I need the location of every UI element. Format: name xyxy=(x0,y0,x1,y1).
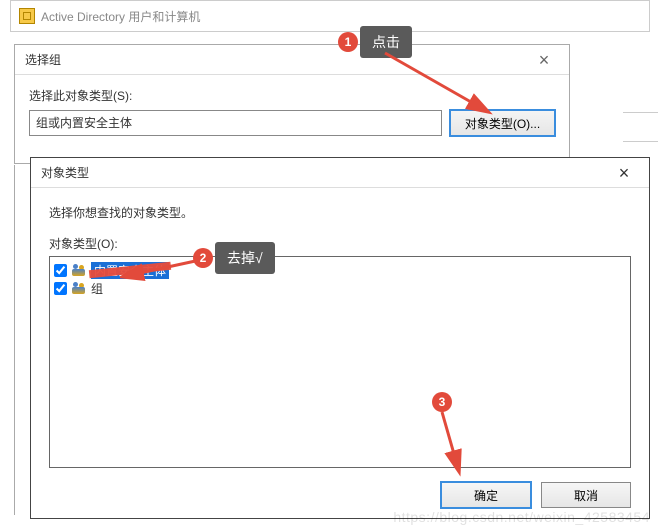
list-item[interactable]: 组 xyxy=(54,279,626,297)
close-icon[interactable]: × xyxy=(609,162,639,184)
group-icon xyxy=(71,264,87,277)
object-type-field[interactable]: 组或内置安全主体 xyxy=(29,110,442,136)
object-type-label: 选择此对象类型(S): xyxy=(29,87,555,104)
close-icon[interactable]: × xyxy=(529,49,559,71)
builtin-checkbox[interactable] xyxy=(54,264,67,277)
group-icon xyxy=(71,282,87,295)
object-types-button[interactable]: 对象类型(O)... xyxy=(450,110,555,136)
background-edge xyxy=(623,112,658,142)
object-types-titlebar: 对象类型 × xyxy=(31,158,649,188)
annotation-bubble-1: 点击 xyxy=(360,26,412,58)
annotation-step-2: 2 xyxy=(193,248,213,268)
annotation-bubble-2: 去掉√ xyxy=(215,242,275,274)
annotation-step-1: 1 xyxy=(338,32,358,52)
group-label: 组 xyxy=(91,280,103,297)
aduc-window-titlebar: Active Directory 用户和计算机 xyxy=(10,0,650,32)
strike-annotation xyxy=(89,262,171,279)
aduc-title: Active Directory 用户和计算机 xyxy=(41,8,641,25)
object-types-title: 对象类型 xyxy=(41,164,89,181)
object-types-dialog: 对象类型 × 选择你想查找的对象类型。 对象类型(O): 内置安全主体 组 xyxy=(30,157,650,519)
object-types-field-label: 对象类型(O): xyxy=(49,235,631,252)
group-checkbox[interactable] xyxy=(54,282,67,295)
background-edge-left xyxy=(14,165,24,515)
watermark: https://blog.csdn.net/weixin_42583454 xyxy=(393,509,650,525)
ok-button[interactable]: 确定 xyxy=(441,482,531,508)
cancel-button[interactable]: 取消 xyxy=(541,482,631,508)
list-item[interactable]: 内置安全主体 xyxy=(54,261,626,279)
object-types-message: 选择你想查找的对象类型。 xyxy=(49,204,631,221)
select-group-title: 选择组 xyxy=(25,51,61,68)
select-group-titlebar: 选择组 × xyxy=(15,45,569,75)
aduc-icon xyxy=(19,8,35,24)
builtin-label: 内置安全主体 xyxy=(91,262,169,279)
object-types-listbox[interactable]: 内置安全主体 组 xyxy=(49,256,631,468)
select-group-dialog: 选择组 × 选择此对象类型(S): 组或内置安全主体 对象类型(O)... xyxy=(14,44,570,164)
annotation-step-3: 3 xyxy=(432,392,452,412)
